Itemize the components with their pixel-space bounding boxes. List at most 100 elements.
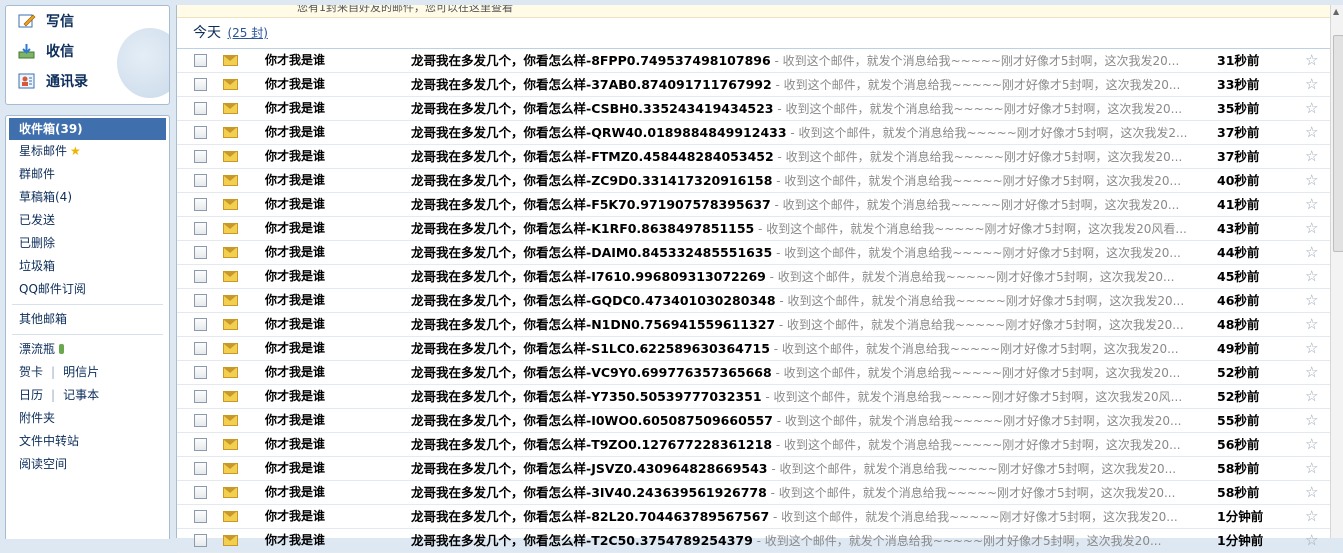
star-icon[interactable]: ☆ xyxy=(1305,193,1318,216)
sender[interactable]: 你才我是谁 xyxy=(265,97,325,120)
select-checkbox[interactable] xyxy=(194,102,207,115)
star-icon[interactable]: ☆ xyxy=(1305,313,1318,336)
app-drift-bottle[interactable]: 漂流瓶 xyxy=(6,338,169,361)
star-icon[interactable]: ☆ xyxy=(1305,337,1318,360)
scrollbar-thumb[interactable] xyxy=(1333,35,1343,252)
folder-drafts[interactable]: 草稿箱(4) xyxy=(6,186,169,209)
select-checkbox[interactable] xyxy=(194,54,207,67)
subject-line[interactable]: 龙哥我在多发几个，你看怎么样-8FPP0.749537498107896 - 收… xyxy=(411,49,1204,73)
mail-row[interactable]: 你才我是谁 龙哥我在多发几个，你看怎么样-JSVZ0.43096482866954… xyxy=(177,457,1330,481)
sender[interactable]: 你才我是谁 xyxy=(265,217,325,240)
subject-line[interactable]: 龙哥我在多发几个，你看怎么样-FTMZ0.458448284053452 - 收… xyxy=(411,145,1204,169)
subject-line[interactable]: 龙哥我在多发几个，你看怎么样-QRW40.0189884849912433 - … xyxy=(411,121,1204,145)
star-icon[interactable]: ☆ xyxy=(1305,145,1318,168)
star-icon[interactable]: ☆ xyxy=(1305,121,1318,144)
sender[interactable]: 你才我是谁 xyxy=(265,73,325,96)
select-checkbox[interactable] xyxy=(194,174,207,187)
star-icon[interactable]: ☆ xyxy=(1305,505,1318,528)
select-checkbox[interactable] xyxy=(194,150,207,163)
select-checkbox[interactable] xyxy=(194,270,207,283)
select-checkbox[interactable] xyxy=(194,78,207,91)
sender[interactable]: 你才我是谁 xyxy=(265,385,325,408)
mail-row[interactable]: 你才我是谁 龙哥我在多发几个，你看怎么样-QRW40.01898848499124… xyxy=(177,121,1330,145)
select-checkbox[interactable] xyxy=(194,246,207,259)
subject-line[interactable]: 龙哥我在多发几个，你看怎么样-S1LC0.622589630364715 - 收… xyxy=(411,337,1204,361)
folder-sent[interactable]: 已发送 xyxy=(6,209,169,232)
mail-row[interactable]: 你才我是谁 龙哥我在多发几个，你看怎么样-I7610.99680931307226… xyxy=(177,265,1330,289)
subject-line[interactable]: 龙哥我在多发几个，你看怎么样-T2C50.3754789254379 - 收到这… xyxy=(411,529,1204,553)
select-checkbox[interactable] xyxy=(194,318,207,331)
sender[interactable]: 你才我是谁 xyxy=(265,241,325,264)
mail-row[interactable]: 你才我是谁 龙哥我在多发几个，你看怎么样-F5K70.97190757839563… xyxy=(177,193,1330,217)
group-count[interactable]: (25 封) xyxy=(227,26,267,40)
folder-inbox[interactable]: 收件箱(39) xyxy=(9,118,166,140)
star-icon[interactable]: ☆ xyxy=(1305,169,1318,192)
app-attachments[interactable]: 附件夹 xyxy=(6,407,169,430)
mail-row[interactable]: 你才我是谁 龙哥我在多发几个，你看怎么样-CSBH0.33524341943452… xyxy=(177,97,1330,121)
app-file-transfer[interactable]: 文件中转站 xyxy=(6,430,169,453)
mail-row[interactable]: 你才我是谁 龙哥我在多发几个，你看怎么样-T2C50.3754789254379 … xyxy=(177,529,1330,553)
star-icon[interactable]: ☆ xyxy=(1305,217,1318,240)
subject-line[interactable]: 龙哥我在多发几个，你看怎么样-ZC9D0.331417320916158 - 收… xyxy=(411,169,1204,193)
subject-line[interactable]: 龙哥我在多发几个，你看怎么样-3IV40.243639561926778 - 收… xyxy=(411,481,1204,505)
subject-line[interactable]: 龙哥我在多发几个，你看怎么样-37AB0.874091711767992 - 收… xyxy=(411,73,1204,97)
select-checkbox[interactable] xyxy=(194,294,207,307)
select-checkbox[interactable] xyxy=(194,198,207,211)
select-checkbox[interactable] xyxy=(194,366,207,379)
select-checkbox[interactable] xyxy=(194,510,207,523)
subject-line[interactable]: 龙哥我在多发几个，你看怎么样-T9ZO0.127677228361218 - 收… xyxy=(411,433,1204,457)
sender[interactable]: 你才我是谁 xyxy=(265,193,325,216)
star-icon[interactable]: ☆ xyxy=(1305,529,1318,552)
star-icon[interactable]: ☆ xyxy=(1305,361,1318,384)
mail-row[interactable]: 你才我是谁 龙哥我在多发几个，你看怎么样-8FPP0.74953749810789… xyxy=(177,49,1330,73)
select-checkbox[interactable] xyxy=(194,414,207,427)
sender[interactable]: 你才我是谁 xyxy=(265,145,325,168)
select-checkbox[interactable] xyxy=(194,342,207,355)
mail-row[interactable]: 你才我是谁 龙哥我在多发几个，你看怎么样-Y7350.50539777032351… xyxy=(177,385,1330,409)
star-icon[interactable]: ☆ xyxy=(1305,97,1318,120)
sender[interactable]: 你才我是谁 xyxy=(265,313,325,336)
select-checkbox[interactable] xyxy=(194,390,207,403)
subject-line[interactable]: 龙哥我在多发几个，你看怎么样-DAIM0.845332485551635 - 收… xyxy=(411,241,1204,265)
star-icon[interactable]: ☆ xyxy=(1305,385,1318,408)
star-icon[interactable]: ☆ xyxy=(1305,265,1318,288)
sender[interactable]: 你才我是谁 xyxy=(265,505,325,528)
subject-line[interactable]: 龙哥我在多发几个，你看怎么样-CSBH0.335243419434523 - 收… xyxy=(411,97,1204,121)
app-greeting-card[interactable]: 贺卡 xyxy=(19,365,43,379)
subject-line[interactable]: 龙哥我在多发几个，你看怎么样-I7610.996809313072269 - 收… xyxy=(411,265,1204,289)
sender[interactable]: 你才我是谁 xyxy=(265,337,325,360)
app-notepad[interactable]: 记事本 xyxy=(63,388,99,402)
mail-row[interactable]: 你才我是谁 龙哥我在多发几个，你看怎么样-FTMZ0.45844828405345… xyxy=(177,145,1330,169)
scrollbar[interactable]: ▲ xyxy=(1330,5,1343,538)
sender[interactable]: 你才我是谁 xyxy=(265,265,325,288)
star-icon[interactable]: ☆ xyxy=(1305,241,1318,264)
select-checkbox[interactable] xyxy=(194,486,207,499)
select-checkbox[interactable] xyxy=(194,462,207,475)
mail-row[interactable]: 你才我是谁 龙哥我在多发几个，你看怎么样-ZC9D0.33141732091615… xyxy=(177,169,1330,193)
folder-spam[interactable]: 垃圾箱 xyxy=(6,255,169,278)
star-icon[interactable]: ☆ xyxy=(1305,457,1318,480)
sender[interactable]: 你才我是谁 xyxy=(265,481,325,504)
select-checkbox[interactable] xyxy=(194,534,207,547)
sender[interactable]: 你才我是谁 xyxy=(265,433,325,456)
subject-line[interactable]: 龙哥我在多发几个，你看怎么样-82L20.704463789567567 - 收… xyxy=(411,505,1204,529)
star-icon[interactable]: ☆ xyxy=(1305,289,1318,312)
mail-row[interactable]: 你才我是谁 龙哥我在多发几个，你看怎么样-I0WO0.60508750966055… xyxy=(177,409,1330,433)
mail-row[interactable]: 你才我是谁 龙哥我在多发几个，你看怎么样-DAIM0.84533248555163… xyxy=(177,241,1330,265)
subject-line[interactable]: 龙哥我在多发几个，你看怎么样-JSVZ0.430964828669543 - 收… xyxy=(411,457,1204,481)
folder-group-mail[interactable]: 群邮件 xyxy=(6,163,169,186)
sender[interactable]: 你才我是谁 xyxy=(265,409,325,432)
folder-other-mailbox[interactable]: 其他邮箱 xyxy=(6,308,169,331)
app-postcard[interactable]: 明信片 xyxy=(63,365,99,379)
subject-line[interactable]: 龙哥我在多发几个，你看怎么样-F5K70.971907578395637 - 收… xyxy=(411,193,1204,217)
star-icon[interactable]: ☆ xyxy=(1305,433,1318,456)
subject-line[interactable]: 龙哥我在多发几个，你看怎么样-I0WO0.605087509660557 - 收… xyxy=(411,409,1204,433)
mail-row[interactable]: 你才我是谁 龙哥我在多发几个，你看怎么样-N1DN0.75694155961132… xyxy=(177,313,1330,337)
mail-row[interactable]: 你才我是谁 龙哥我在多发几个，你看怎么样-VC9Y0.69977635736566… xyxy=(177,361,1330,385)
sender[interactable]: 你才我是谁 xyxy=(265,361,325,384)
select-checkbox[interactable] xyxy=(194,438,207,451)
mail-row[interactable]: 你才我是谁 龙哥我在多发几个，你看怎么样-82L20.70446378956756… xyxy=(177,505,1330,529)
select-checkbox[interactable] xyxy=(194,126,207,139)
subject-line[interactable]: 龙哥我在多发几个，你看怎么样-VC9Y0.699776357365668 - 收… xyxy=(411,361,1204,385)
subject-line[interactable]: 龙哥我在多发几个，你看怎么样-K1RF0.8638497851155 - 收到这… xyxy=(411,217,1204,241)
